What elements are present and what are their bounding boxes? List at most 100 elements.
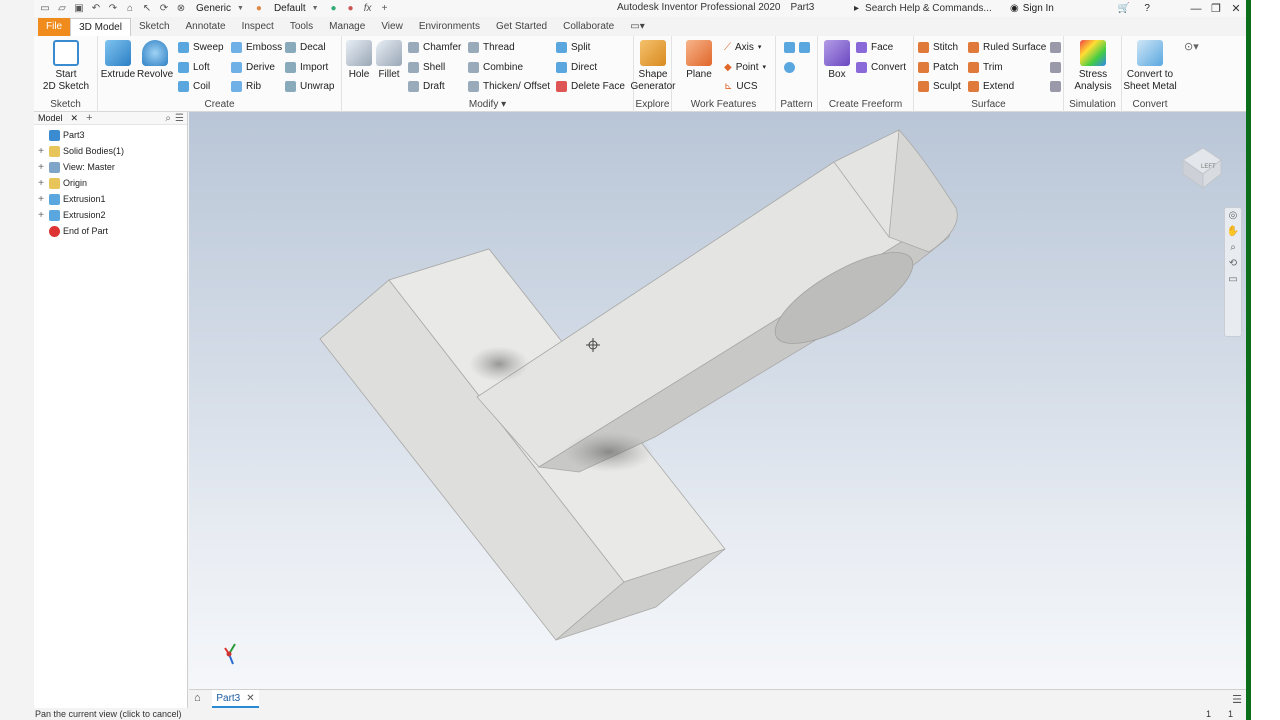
rectangular-pattern-button[interactable] xyxy=(784,39,810,55)
add-browser-icon[interactable]: + xyxy=(86,112,92,124)
extend-button[interactable]: Extend xyxy=(968,78,1014,94)
split-button[interactable]: Split xyxy=(556,39,590,55)
face-button[interactable]: Face xyxy=(856,39,893,55)
revolve-button[interactable]: Revolve xyxy=(137,40,173,81)
tree-expander[interactable]: + xyxy=(36,194,46,205)
tab-annotate[interactable]: Annotate xyxy=(178,18,234,36)
tree-expander[interactable]: + xyxy=(36,146,46,157)
stitch-button[interactable]: Stitch xyxy=(918,39,958,55)
loft-button[interactable]: Loft xyxy=(178,59,210,75)
tab-view[interactable]: View xyxy=(373,18,411,36)
tab-sketch[interactable]: Sketch xyxy=(131,18,178,36)
panel-title-modify[interactable]: Modify ▾ xyxy=(342,99,633,110)
delete-face-button[interactable]: Delete Face xyxy=(556,78,625,94)
home-icon[interactable]: ⌂ xyxy=(194,692,201,704)
clear-icon[interactable]: ● xyxy=(344,3,358,15)
tree-item-extrusion2[interactable]: + Extrusion2 xyxy=(34,207,187,223)
tree-item-part[interactable]: Part3 xyxy=(34,127,187,143)
shape-generator-button[interactable]: Shape Generator xyxy=(630,40,676,93)
new-file-icon[interactable]: ▭ xyxy=(38,3,52,15)
update-icon[interactable]: ⟳ xyxy=(157,3,171,15)
look-at-icon[interactable]: ▭ xyxy=(1225,272,1241,288)
orbit-icon[interactable]: ⟲ xyxy=(1225,256,1241,272)
surface-tool-2[interactable] xyxy=(1050,59,1061,75)
adjust-icon[interactable]: ● xyxy=(327,3,341,15)
tree-expander[interactable]: + xyxy=(36,210,46,221)
close-icon[interactable]: ✕ xyxy=(246,693,254,704)
convert-sheet-metal-button[interactable]: Convert to Sheet Metal xyxy=(1122,40,1178,93)
tab-file[interactable]: File xyxy=(38,18,71,36)
restore-icon[interactable]: ❐ xyxy=(1206,2,1226,15)
ruled-surface-button[interactable]: Ruled Surface xyxy=(968,39,1046,55)
tab-manage[interactable]: Manage xyxy=(321,18,373,36)
full-nav-wheel-icon[interactable]: ◎ xyxy=(1225,208,1241,224)
select-icon[interactable]: ↖ xyxy=(140,3,154,15)
surface-tool-1[interactable] xyxy=(1050,39,1061,55)
tree-expander[interactable]: + xyxy=(36,178,46,189)
clear-appearance-icon[interactable]: ⊗ xyxy=(174,3,188,15)
plane-button[interactable]: Plane xyxy=(676,40,722,81)
ribbon-options-icon[interactable]: ▭▾ xyxy=(622,18,652,36)
help-search-input[interactable]: Search Help & Commands... xyxy=(865,3,992,14)
part-model[interactable]: LEFT xyxy=(189,112,1246,689)
sweep-button[interactable]: Sweep xyxy=(178,39,224,55)
material-select[interactable]: Generic ▼ xyxy=(191,2,249,16)
tree-item-origin[interactable]: + Origin xyxy=(34,175,187,191)
box-button[interactable]: Box xyxy=(822,40,852,81)
convert-freeform-button[interactable]: Convert xyxy=(856,59,906,75)
axis-button[interactable]: ⟋ Axis ▾ xyxy=(724,39,761,55)
decal-button[interactable]: Decal xyxy=(285,39,326,55)
arm-end-face[interactable] xyxy=(888,129,958,253)
fillet-button[interactable]: Fillet xyxy=(374,40,404,81)
zoom-icon[interactable]: ⌕ xyxy=(1225,240,1241,256)
tree-item-extrusion1[interactable]: + Extrusion1 xyxy=(34,191,187,207)
circular-pattern-button[interactable] xyxy=(784,59,795,75)
direct-button[interactable]: Direct xyxy=(556,59,597,75)
thread-button[interactable]: Thread xyxy=(468,39,515,55)
tab-tools[interactable]: Tools xyxy=(282,18,321,36)
tab-3d-model[interactable]: 3D Model xyxy=(70,18,131,36)
help-icon[interactable]: ? xyxy=(1144,3,1150,14)
mirror-icon[interactable] xyxy=(799,41,810,53)
import-button[interactable]: Import xyxy=(285,59,328,75)
save-icon[interactable]: ▣ xyxy=(72,3,86,15)
minimize-icon[interactable]: — xyxy=(1186,3,1206,15)
tree-item-solid-bodies[interactable]: + Solid Bodies(1) xyxy=(34,143,187,159)
chamfer-button[interactable]: Chamfer xyxy=(408,39,461,55)
rib-button[interactable]: Rib xyxy=(231,78,261,94)
add-icon[interactable]: + xyxy=(378,3,392,15)
view-cube[interactable]: LEFT xyxy=(1182,147,1222,189)
doc-tab-part3[interactable]: Part3 ✕ xyxy=(212,690,259,708)
tree-expander[interactable]: + xyxy=(36,162,46,173)
emboss-button[interactable]: Emboss xyxy=(231,39,282,55)
pan-icon[interactable]: ✋ xyxy=(1225,224,1241,240)
thicken-offset-button[interactable]: Thicken/ Offset xyxy=(468,78,550,94)
ucs-button[interactable]: ⊾ UCS xyxy=(724,78,758,94)
menu-icon[interactable]: ☰ xyxy=(1232,693,1242,706)
browser-tab-model[interactable]: Model xyxy=(38,113,63,123)
tab-get-started[interactable]: Get Started xyxy=(488,18,555,36)
tree-item-view[interactable]: + View: Master xyxy=(34,159,187,175)
cart-icon[interactable]: 🛒 xyxy=(1118,3,1130,14)
redo-icon[interactable]: ↷ xyxy=(106,3,120,15)
close-icon[interactable]: ✕ xyxy=(1226,2,1246,15)
appearance-select[interactable]: Default ▼ xyxy=(269,2,324,16)
undo-icon[interactable]: ↶ xyxy=(89,3,103,15)
start-sketch-button[interactable]: Start 2D Sketch xyxy=(42,40,90,93)
tab-environments[interactable]: Environments xyxy=(411,18,488,36)
graphics-viewport[interactable]: LEFT ◎ ✋ ⌕ ⟲ ▭ xyxy=(189,112,1246,689)
open-folder-icon[interactable]: ▱ xyxy=(55,3,69,15)
home-icon[interactable]: ⌂ xyxy=(123,3,137,15)
unwrap-button[interactable]: Unwrap xyxy=(285,78,334,94)
close-icon[interactable]: ✕ xyxy=(71,113,79,124)
search-icon[interactable]: ⌕ xyxy=(165,113,171,124)
tree-item-end-of-part[interactable]: End of Part xyxy=(34,223,187,239)
tab-inspect[interactable]: Inspect xyxy=(234,18,282,36)
menu-icon[interactable]: ☰ xyxy=(175,113,184,124)
trim-button[interactable]: Trim xyxy=(968,59,1003,75)
coil-button[interactable]: Coil xyxy=(178,78,210,94)
fx-icon[interactable]: fx xyxy=(361,3,375,15)
patch-button[interactable]: Patch xyxy=(918,59,959,75)
derive-button[interactable]: Derive xyxy=(231,59,275,75)
sculpt-button[interactable]: Sculpt xyxy=(918,78,961,94)
